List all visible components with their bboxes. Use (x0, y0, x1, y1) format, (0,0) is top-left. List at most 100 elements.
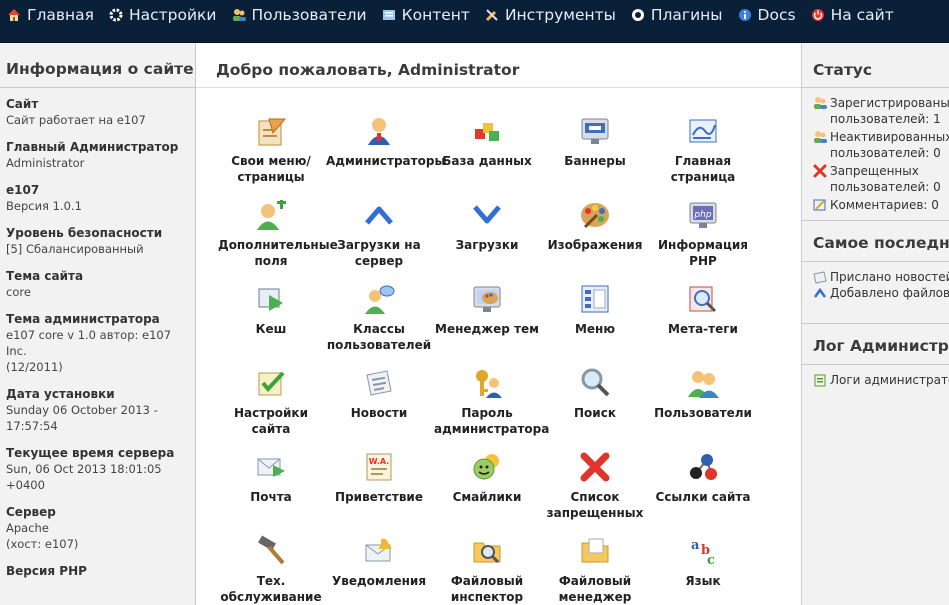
info-label: Сайт (6, 97, 39, 111)
nav-tools[interactable]: Инструменты (479, 0, 625, 30)
database-icon (471, 115, 503, 147)
download-icon (471, 199, 503, 231)
extended-fields-icon (255, 199, 287, 231)
latest-news-submitted[interactable]: Прислано новостей: 0 (813, 269, 949, 285)
tile-meta-tags[interactable]: Мета-теги (649, 283, 757, 367)
nav-settings-label: Настройки (128, 6, 217, 24)
tile-maintenance[interactable]: Тех. обслуживание (217, 535, 325, 605)
tile-php-info[interactable]: php Информация PHP (649, 199, 757, 283)
status-comments[interactable]: Комментариев: 0 (813, 197, 949, 213)
tile-file-inspector[interactable]: Файловый инспектор (433, 535, 541, 605)
tile-label: Язык (685, 574, 721, 588)
tile-language[interactable]: abc Язык (649, 535, 757, 605)
users-icon (687, 367, 719, 399)
admin-icon-grid: Свои меню/страницы Администраторы База д… (217, 115, 787, 605)
tile-custom-pages[interactable]: Свои меню/страницы (217, 115, 325, 199)
php-info-icon: php (687, 199, 719, 231)
tile-banlist[interactable]: Список запрещенных (541, 451, 649, 535)
tile-label: Уведомления (331, 574, 427, 588)
cache-icon (255, 283, 287, 315)
tile-banners[interactable]: Баннеры (541, 115, 649, 199)
images-icon (579, 199, 611, 231)
language-icon: abc (687, 535, 719, 568)
nav-settings[interactable]: Настройки (103, 0, 226, 30)
tile-site-links[interactable]: Ссылки сайта (649, 451, 757, 535)
nav-content[interactable]: Контент (376, 0, 479, 30)
svg-text:c: c (707, 553, 715, 567)
status-banned-users[interactable]: Запрещенных пользователей: 0 (813, 163, 949, 195)
tile-database[interactable]: База данных (433, 115, 541, 199)
tile-emoticons[interactable]: Смайлики (433, 451, 541, 535)
tile-site-prefs[interactable]: Настройки сайта (217, 367, 325, 451)
mail-icon (255, 451, 287, 483)
latest-title: Самое последнее (802, 221, 949, 262)
info-value: e107 core v 1.0 автор: e107 Inc. (12/201… (6, 328, 172, 374)
status-list: Зарегистрированых пользователей: 1 Неакт… (802, 88, 949, 221)
tile-users[interactable]: Пользователи (649, 367, 757, 451)
admin-log-title: Лог Администратора (802, 324, 949, 365)
tile-label: Меню (574, 322, 616, 336)
banners-icon (579, 115, 611, 147)
plugins-icon (631, 8, 645, 22)
tile-welcome-message[interactable]: W.A. Приветствие (325, 451, 433, 535)
tile-label: Дополнительные поля (218, 238, 338, 268)
info-value: Administrator (6, 156, 85, 170)
administrators-icon (363, 115, 395, 147)
tile-images[interactable]: Изображения (541, 199, 649, 283)
meta-tags-icon (687, 283, 719, 315)
nav-tools-label: Инструменты (504, 6, 616, 24)
tile-label: Файловый инспектор (450, 574, 524, 604)
status-registered-users[interactable]: Зарегистрированых пользователей: 1 (813, 95, 949, 127)
home-icon (7, 8, 21, 22)
info-label: Тема администратора (6, 312, 160, 326)
nav-users[interactable]: Пользователи (226, 0, 376, 30)
file-manager-icon (579, 535, 611, 567)
nav-site[interactable]: На сайт (805, 0, 903, 30)
admin-password-icon (471, 367, 503, 399)
tile-label: Ссылки сайта (655, 490, 751, 504)
tile-notify[interactable]: Уведомления (325, 535, 433, 605)
status-text: Комментариев: 0 (830, 198, 939, 212)
custom-pages-icon (255, 115, 287, 147)
info-label: Главный Администратор (6, 140, 179, 154)
upload-icon (363, 199, 395, 231)
log-icon (813, 373, 827, 387)
tile-news[interactable]: Новости (325, 367, 433, 451)
tile-label: Файловый менеджер (558, 574, 632, 604)
tile-label: Приветствие (335, 490, 423, 504)
tile-mail[interactable]: Почта (217, 451, 325, 535)
info-label: e107 (6, 183, 40, 197)
tile-extended-fields[interactable]: Дополнительные поля (217, 199, 338, 283)
admin-log-link[interactable]: Логи администратора (813, 372, 949, 388)
tile-search[interactable]: Поиск (541, 367, 649, 451)
tile-theme-manager[interactable]: Менеджер тем (433, 283, 541, 367)
site-links-icon (687, 451, 719, 483)
admin-log-list: Логи администратора (802, 365, 949, 388)
nav-home[interactable]: Главная (0, 0, 103, 30)
nav-plugins[interactable]: Плагины (625, 0, 732, 30)
tile-administrators[interactable]: Администраторы (325, 115, 445, 199)
tile-label: Смайлики (452, 490, 522, 504)
latest-files-added[interactable]: Добавлено файлов: 0 (813, 285, 949, 301)
nav-docs[interactable]: Docs (732, 0, 805, 30)
status-text: Зарегистрированых пользователей: 1 (830, 96, 949, 126)
tile-cache[interactable]: Кеш (217, 283, 325, 367)
tile-user-classes[interactable]: Классы пользователей (325, 283, 433, 367)
info-label: Тема сайта (6, 269, 84, 283)
tile-frontpage[interactable]: Главная страница (649, 115, 757, 199)
tile-admin-password[interactable]: Пароль администратора (433, 367, 549, 451)
status-inactive-users[interactable]: Неактивированных пользователей: 0 (813, 129, 949, 161)
status-text: Запрещенных пользователей: 0 (830, 164, 941, 194)
users-icon (232, 8, 246, 22)
nav-content-label: Контент (401, 6, 470, 24)
tile-file-manager[interactable]: Файловый менеджер (541, 535, 649, 605)
svg-text:php: php (693, 210, 711, 220)
info-value: Apache (хост: e107) (6, 521, 79, 551)
tile-menus[interactable]: Меню (541, 283, 649, 367)
info-value: Версия 1.0.1 (6, 199, 82, 213)
tile-label: Настройки сайта (233, 406, 308, 436)
info-value: core (6, 285, 31, 299)
tile-label: Информация PHP (658, 238, 748, 268)
tile-download[interactable]: Загрузки (433, 199, 541, 283)
tile-upload[interactable]: Загрузки на сервер (325, 199, 433, 283)
